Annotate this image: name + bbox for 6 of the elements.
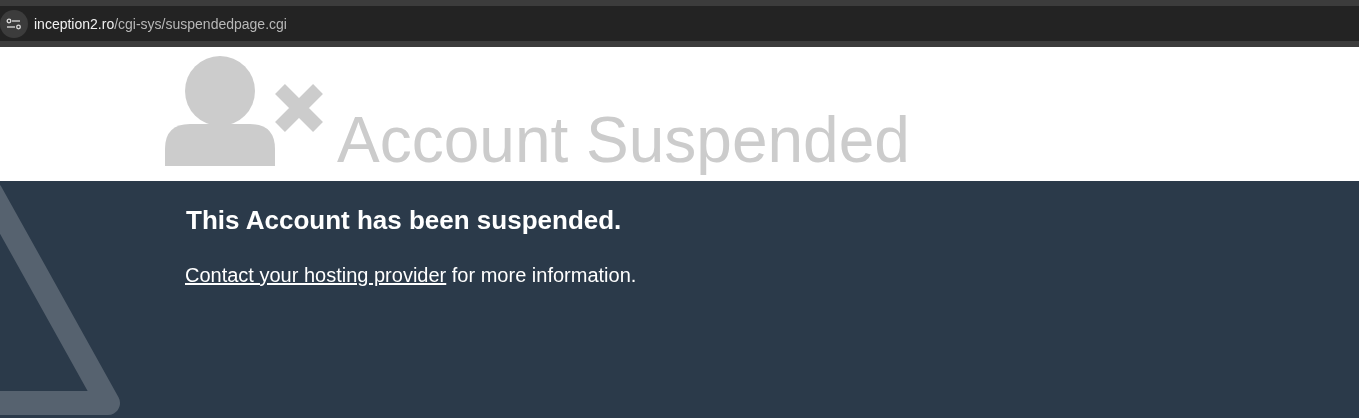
message-heading: This Account has been suspended. [186, 205, 623, 236]
hosting-provider-link[interactable]: Contact your hosting provider [185, 264, 447, 286]
address-url[interactable]: inception2.ro/cgi-sys/suspendedpage.cgi [34, 15, 287, 32]
tune-icon [6, 17, 22, 30]
info-text: Contact your hosting provider for more information. [185, 264, 638, 287]
site-settings-button[interactable] [0, 9, 28, 38]
